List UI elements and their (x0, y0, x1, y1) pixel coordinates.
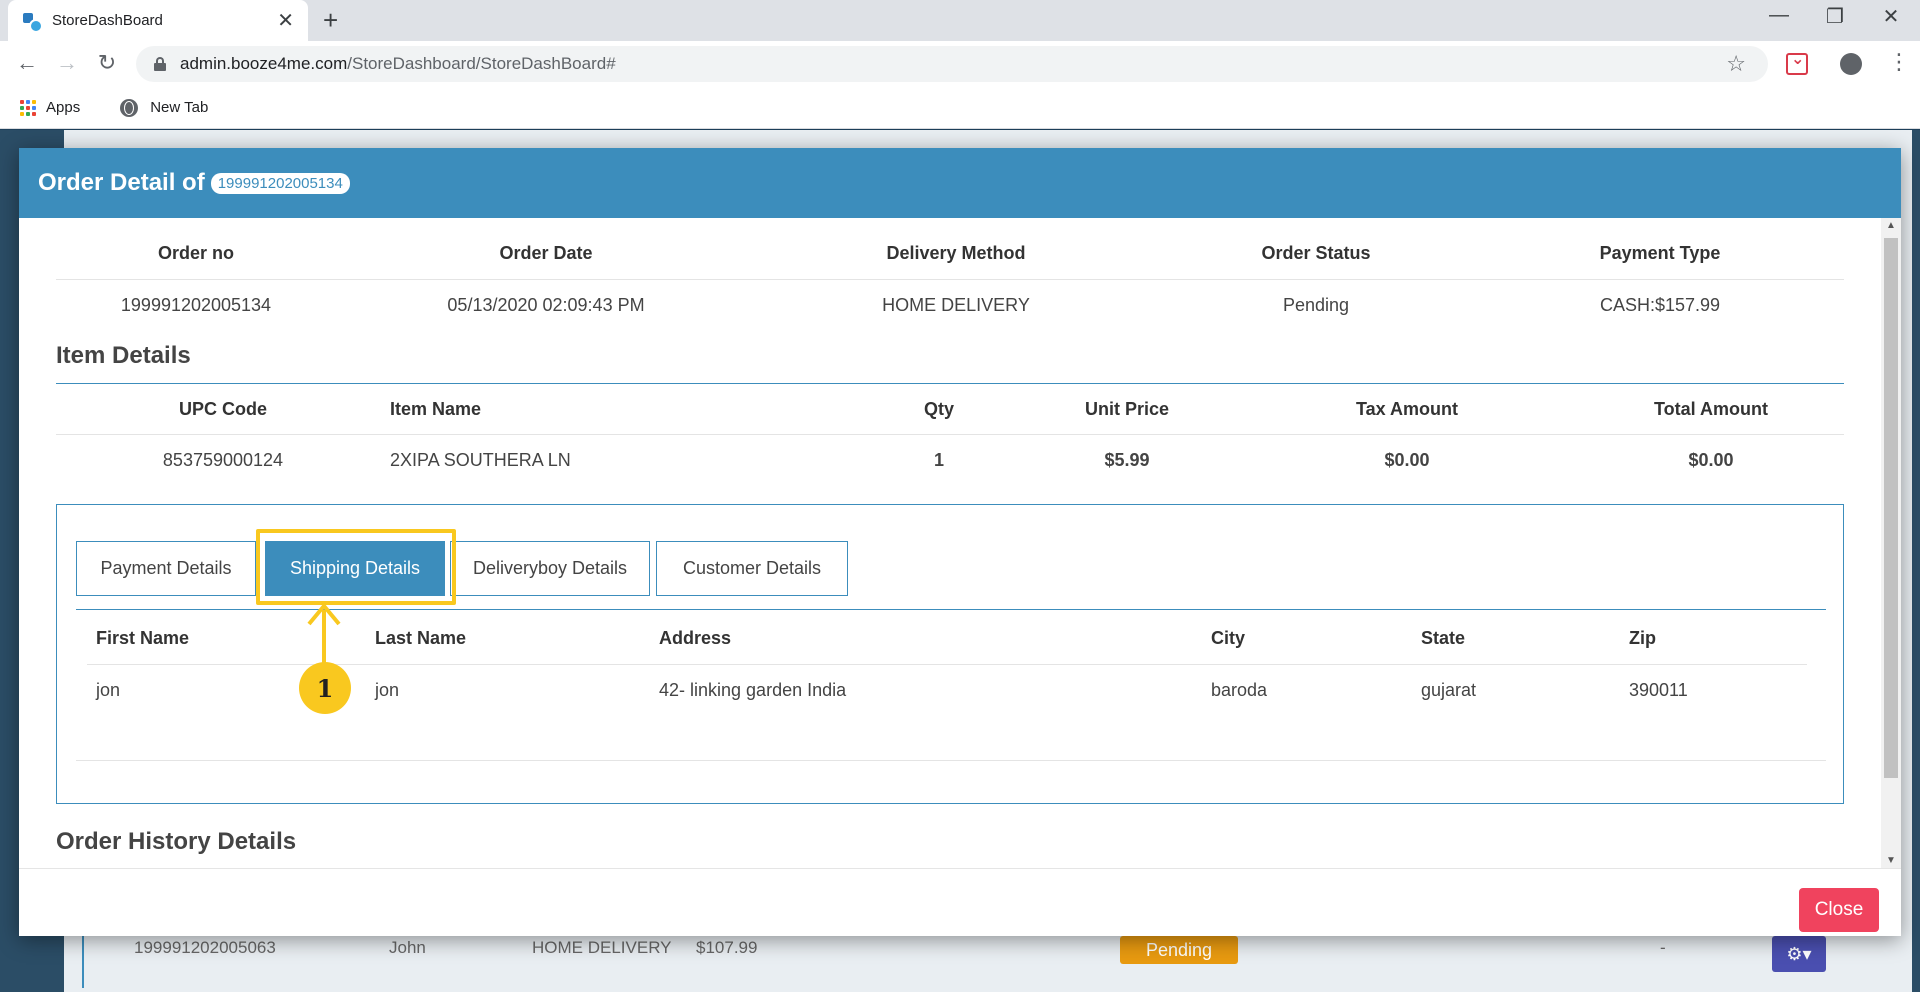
apps-grid-icon[interactable] (20, 100, 36, 116)
lock-icon (154, 57, 166, 71)
bookmarks-bar: Apps New Tab (0, 87, 1920, 129)
address-bar[interactable]: admin.booze4me.com/StoreDashboard/StoreD… (136, 46, 1768, 82)
item-tax: $0.00 (1236, 435, 1578, 487)
item-header: Unit Price (1018, 384, 1236, 435)
order-value: Pending (1156, 279, 1476, 331)
shipping-zip: 390011 (1629, 664, 1807, 716)
browser-menu-icon[interactable]: ⋮ (1888, 49, 1910, 75)
browser-toolbar: ← → ↻ admin.booze4me.com/StoreDashboard/… (0, 41, 1920, 87)
minimize-icon[interactable]: — (1754, 4, 1804, 27)
shipping-header: State (1421, 613, 1629, 664)
bg-status-badge: Pending (1120, 936, 1238, 964)
modal-title: Order Detail of (38, 169, 205, 197)
restore-icon[interactable]: ❐ (1810, 4, 1860, 29)
bookmark-new-tab[interactable]: New Tab (150, 99, 208, 116)
shipping-header: City (1211, 613, 1421, 664)
tab-customer-details[interactable]: Customer Details (656, 541, 848, 596)
item-unit-price: $5.99 (1018, 435, 1236, 487)
bookmark-apps[interactable]: Apps (46, 99, 80, 116)
bg-dash: - (1660, 938, 1666, 958)
reload-icon[interactable]: ↻ (92, 50, 122, 76)
shipping-header: Last Name (375, 613, 659, 664)
order-summary-table: Order no Order Date Delivery Method Orde… (56, 228, 1844, 331)
background-table-row: 199991202005063 John HOME DELIVERY $107.… (82, 928, 1834, 988)
bookmark-star-icon[interactable]: ☆ (1726, 51, 1746, 77)
order-value: 05/13/2020 02:09:43 PM (336, 279, 756, 331)
item-upc: 853759000124 (56, 435, 390, 487)
item-header: Tax Amount (1236, 384, 1578, 435)
tab-title: StoreDashBoard (52, 12, 277, 29)
item-details-title: Item Details (56, 342, 191, 370)
close-button[interactable]: Close (1799, 888, 1879, 932)
bg-method: HOME DELIVERY (532, 938, 672, 958)
table-row: 199991202005134 05/13/2020 02:09:43 PM H… (56, 279, 1844, 331)
tab-payment-details[interactable]: Payment Details (76, 541, 256, 596)
shipping-last-name: jon (375, 664, 659, 716)
url-path: /StoreDashboard/StoreDashBoard# (347, 54, 615, 74)
window-close-icon[interactable]: ✕ (1866, 4, 1916, 29)
shipping-header: Address (659, 613, 1211, 664)
item-details-table: UPC Code Item Name Qty Unit Price Tax Am… (56, 383, 1844, 487)
order-value: HOME DELIVERY (756, 279, 1156, 331)
modal-footer: Close (19, 868, 1901, 936)
close-tab-icon[interactable]: ✕ (277, 8, 294, 33)
globe-icon (120, 99, 138, 117)
order-history-title: Order History Details (56, 828, 296, 856)
shipping-address: 42- linking garden India (659, 664, 1211, 716)
scroll-thumb[interactable] (1884, 238, 1898, 778)
shipping-state: gujarat (1421, 664, 1629, 716)
order-header: Payment Type (1476, 228, 1844, 279)
order-header: Order Date (336, 228, 756, 279)
item-total: $0.00 (1578, 435, 1844, 487)
bg-order-no: 199991202005063 (134, 938, 276, 958)
item-header: Qty (860, 384, 1018, 435)
browser-tabbar: StoreDashBoard ✕ + — ❐ ✕ (0, 0, 1920, 41)
item-name: 2XIPA SOUTHERA LN (390, 435, 860, 487)
forward-arrow-icon[interactable]: → (52, 50, 82, 76)
bg-gear-icon[interactable]: ⚙▾ (1772, 936, 1826, 972)
url-host: admin.booze4me.com (180, 54, 347, 74)
shipping-header: Zip (1629, 613, 1807, 664)
order-value: CASH:$157.99 (1476, 279, 1844, 331)
modal-scrollbar[interactable]: ▲ ▼ (1881, 218, 1901, 868)
store-favicon-icon (22, 12, 40, 30)
new-tab-plus-icon[interactable]: + (323, 5, 338, 36)
scroll-up-icon[interactable]: ▲ (1886, 220, 1896, 231)
browser-tab[interactable]: StoreDashBoard ✕ (8, 0, 308, 41)
item-qty: 1 (860, 435, 1018, 487)
bg-name: John (389, 938, 426, 958)
annotation-step-number: 1 (299, 662, 351, 714)
scroll-down-icon[interactable]: ▼ (1886, 855, 1896, 866)
back-arrow-icon[interactable]: ← (12, 50, 42, 76)
tab-deliveryboy-details[interactable]: Deliveryboy Details (450, 541, 650, 596)
annotation-highlight-box (256, 529, 456, 605)
modal-header: Order Detail of 199991202005134 (19, 148, 1901, 218)
annotation-arrow-icon (305, 598, 343, 636)
shipping-table-bottom (76, 760, 1826, 761)
bg-amount: $107.99 (696, 938, 757, 958)
pocket-extension-icon[interactable] (1786, 53, 1808, 75)
order-header: Order Status (1156, 228, 1476, 279)
order-header: Order no (56, 228, 336, 279)
profile-avatar-icon[interactable] (1840, 53, 1862, 75)
item-header: Item Name (390, 384, 860, 435)
table-row: 853759000124 2XIPA SOUTHERA LN 1 $5.99 $… (56, 435, 1844, 487)
shipping-city: baroda (1211, 664, 1421, 716)
order-header: Delivery Method (756, 228, 1156, 279)
order-number-badge: 199991202005134 (211, 173, 350, 194)
order-value: 199991202005134 (56, 279, 336, 331)
item-header: UPC Code (56, 384, 390, 435)
item-header: Total Amount (1578, 384, 1844, 435)
